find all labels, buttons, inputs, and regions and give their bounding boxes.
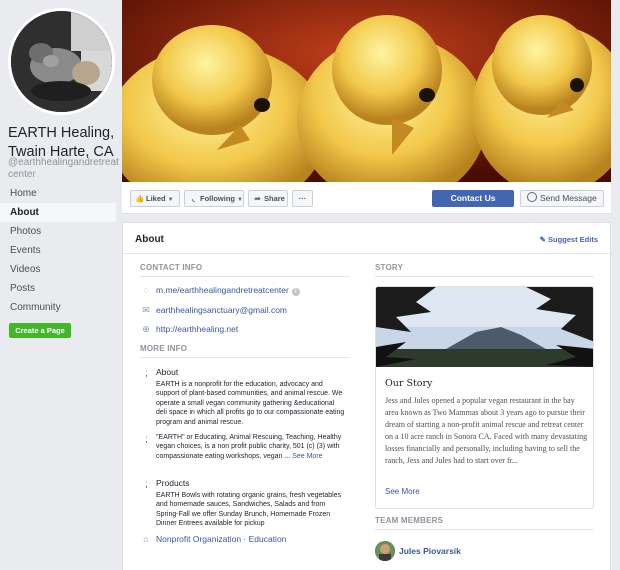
nav-videos[interactable]: Videos — [0, 260, 116, 279]
divider — [140, 276, 350, 277]
chevron-down-icon: ▼ — [237, 197, 243, 203]
page-action-bar: 👍 Liked ▼ ◟ Following ▼ ➦ Share ··· Contact U… — [122, 182, 611, 214]
nav-community[interactable]: Community — [0, 298, 116, 317]
more-info-heading: MORE INFO — [140, 344, 188, 353]
thumbs-up-icon: 👍 — [135, 194, 145, 203]
page-handle[interactable]: @earthhealingandretreatcenter — [8, 157, 122, 181]
rss-icon: ◟ — [192, 194, 195, 203]
envelope-icon: ✉ — [142, 305, 150, 315]
share-button[interactable]: ➦ Share — [248, 190, 288, 207]
chevron-down-icon: ▼ — [167, 197, 174, 203]
info-icon[interactable]: i — [291, 288, 300, 296]
info-icon: i — [145, 481, 148, 488]
info-icon: i — [145, 436, 148, 443]
divider — [375, 276, 594, 277]
products-text: EARTH Bowls with rotating organic grains… — [156, 492, 342, 528]
divider — [375, 529, 594, 530]
story-text: Jess and Jules opened a popular vegan re… — [385, 396, 588, 465]
nav-posts[interactable]: Posts — [0, 279, 116, 298]
team-members-heading: TEAM MEMBERS — [375, 516, 444, 525]
about-row: i About EARTH is a nonprofit for the edu… — [140, 367, 346, 427]
nav-events[interactable]: Events — [0, 241, 116, 260]
story-image — [376, 287, 593, 367]
category-row: ⌂ Nonprofit Organization · Education — [140, 534, 286, 544]
contact-us-button[interactable]: Contact Us — [432, 190, 514, 207]
page-nav: Home About Photos Events Videos Posts Co… — [0, 184, 116, 317]
pencil-icon: ✎ — [539, 235, 546, 244]
about-text: EARTH is a nonprofit for the education, … — [156, 381, 345, 426]
nav-home[interactable]: Home — [0, 184, 116, 203]
products-label: Products — [156, 478, 190, 488]
website-row: ⊕ http://earthhealing.net — [140, 324, 238, 334]
story-card[interactable]: Our Story Jess and Jules opened a popula… — [375, 286, 594, 509]
story-heading: STORY — [375, 263, 404, 272]
story-see-more-link[interactable]: See More — [385, 487, 420, 496]
website-link[interactable]: http://earthhealing.net — [156, 324, 238, 334]
nav-about[interactable]: About — [0, 203, 116, 222]
divider — [140, 357, 350, 358]
send-message-label: Send Message — [540, 193, 597, 203]
cover-photo[interactable] — [122, 0, 611, 182]
about-panel: About ✎ Suggest Edits CONTACT INFO ◌ m.m… — [122, 222, 611, 570]
share-label: Share — [264, 194, 285, 203]
left-sidebar: EARTH Healing, Twain Harte, CA @earthhea… — [0, 0, 122, 570]
nav-photos[interactable]: Photos — [0, 222, 116, 241]
profile-picture[interactable] — [8, 8, 115, 115]
about-label: About — [156, 367, 179, 377]
create-page-button[interactable]: Create a Page — [9, 323, 71, 338]
email-link[interactable]: earthhealingsanctuary@gmail.com — [156, 305, 287, 315]
email-row: ✉ earthhealingsanctuary@gmail.com — [140, 305, 287, 315]
contact-info-heading: CONTACT INFO — [140, 263, 203, 272]
messenger-url: m.me/earthhealingandretreatcenter — [156, 285, 289, 295]
messenger-row: ◌ m.me/earthhealingandretreatcenter i — [140, 285, 300, 296]
category-link[interactable]: Nonprofit Organization · Education — [156, 534, 286, 544]
following-label: Following — [200, 194, 235, 203]
team-member[interactable]: Jules Piovarsik — [375, 541, 461, 561]
send-message-button[interactable]: Send Message — [520, 190, 604, 207]
liked-label: Liked — [146, 194, 166, 203]
more-options-button[interactable]: ··· — [292, 190, 313, 207]
header-divider — [123, 253, 610, 254]
suggest-edits-label: Suggest Edits — [547, 235, 598, 244]
mission-row: i "EARTH" or Educating, Animal Rescuing,… — [140, 433, 346, 461]
story-title: Our Story — [385, 378, 433, 389]
messenger-link[interactable]: m.me/earthhealingandretreatcenter i — [156, 285, 300, 296]
mission-text: "EARTH" or Educating, Animal Rescuing, T… — [156, 433, 346, 461]
info-icon: i — [145, 370, 148, 377]
messenger-icon: ◌ — [143, 285, 149, 295]
globe-icon: ⊕ — [142, 324, 150, 334]
messenger-icon — [527, 192, 537, 202]
tag-icon: ⌂ — [143, 534, 149, 544]
member-avatar[interactable] — [375, 541, 395, 561]
suggest-edits-link[interactable]: ✎ Suggest Edits — [540, 235, 598, 244]
share-arrow-icon: ➦ — [254, 194, 261, 203]
products-row: i Products EARTH Bowls with rotating org… — [140, 478, 346, 529]
about-title: About — [135, 234, 164, 245]
see-more-link[interactable]: See More — [292, 453, 322, 460]
member-name[interactable]: Jules Piovarsik — [399, 546, 461, 556]
liked-button[interactable]: 👍 Liked ▼ — [130, 190, 180, 207]
following-button[interactable]: ◟ Following ▼ — [184, 190, 244, 207]
